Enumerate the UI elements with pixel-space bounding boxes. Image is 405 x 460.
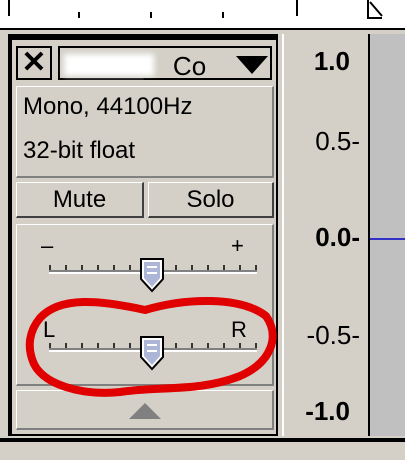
ruler-tick	[222, 12, 224, 18]
track-format-text: Mono, 44100Hz	[23, 93, 193, 120]
collapse-up-arrow-icon	[129, 403, 161, 419]
close-icon: ✕	[21, 46, 47, 79]
track-bottom-border	[0, 438, 405, 442]
scale-label-zero: 0.0-	[315, 222, 360, 252]
ruler-tick	[8, 0, 10, 16]
ruler-tick	[296, 0, 298, 16]
amplitude-scale[interactable]: 1.0 0.5- 0.0- -0.5- -1.0	[282, 34, 368, 436]
scale-label-top: 1.0	[313, 46, 350, 76]
scale-label-upper: 0.5-	[315, 126, 360, 156]
timeline-ruler[interactable]	[0, 0, 405, 30]
close-track-button[interactable]: ✕	[16, 46, 52, 80]
gain-slider[interactable]	[43, 253, 263, 293]
play-position-marker-icon	[367, 0, 383, 19]
ruler-baseline	[0, 28, 405, 30]
pan-slider-thumb	[140, 336, 164, 371]
ruler-tick	[150, 12, 152, 18]
track-name-menu-button[interactable]: __Co	[58, 46, 272, 81]
collapse-track-button[interactable]	[16, 390, 274, 430]
track-name-redacted	[64, 54, 154, 76]
waveform-area[interactable]	[368, 34, 405, 436]
track-info: Mono, 44100Hz 32-bit float	[16, 86, 274, 178]
scale-label-lower: -0.5-	[306, 320, 360, 350]
track-bitdepth-text: 32-bit float	[23, 137, 136, 164]
dropdown-arrow-icon	[236, 56, 268, 74]
track-name-label: __Co	[144, 51, 207, 81]
pan-slider[interactable]	[43, 331, 263, 371]
mute-button[interactable]: Mute	[16, 182, 144, 218]
ruler-tick	[78, 12, 80, 18]
mute-label: Mute	[52, 185, 107, 213]
solo-button[interactable]: Solo	[148, 182, 274, 218]
waveform-line	[370, 238, 405, 240]
gain-slider-thumb	[140, 258, 164, 293]
gain-pan-sliders: – + L R	[16, 224, 274, 386]
audacity-track-view: ✕ __Co Mono, 44100Hz 32-bit float Mute S…	[0, 0, 405, 460]
scale-label-bottom: -1.0	[305, 396, 350, 426]
solo-label: Solo	[186, 185, 235, 213]
